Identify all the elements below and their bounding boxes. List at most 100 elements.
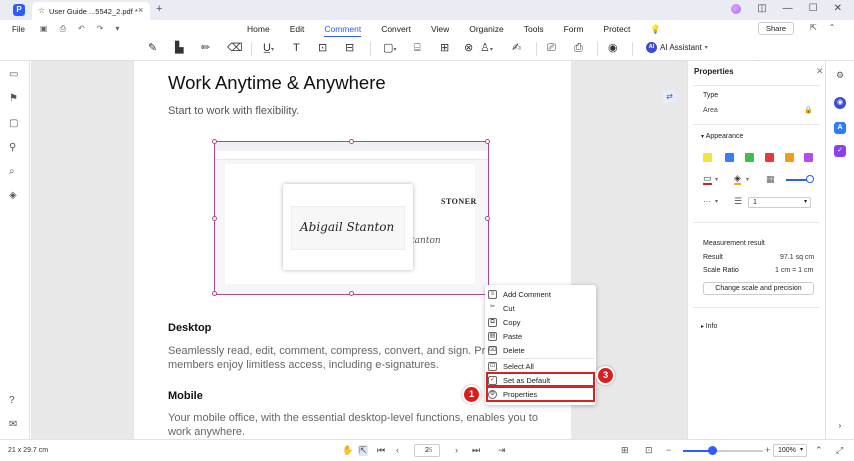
minimize-icon[interactable]: — <box>783 3 793 14</box>
expand-icon[interactable]: ⇱ <box>810 23 817 32</box>
previous-page-icon[interactable]: ‹ <box>396 445 399 455</box>
stroke-width-field[interactable]: 1 ▾ <box>748 197 811 208</box>
shape-icon[interactable]: ▢▾ <box>383 42 396 56</box>
resize-handle[interactable] <box>485 216 490 221</box>
chevron-down-icon[interactable]: ▾ <box>715 176 718 183</box>
favorite-star-icon[interactable]: ☆ <box>38 6 45 15</box>
menu-item-add-comment[interactable]: ≡ Add Comment <box>485 287 596 301</box>
last-page-icon[interactable]: ⏭ <box>472 445 480 456</box>
opacity-slider-knob[interactable] <box>806 175 814 183</box>
lightbulb-icon[interactable]: 💡 <box>650 24 661 38</box>
menu-item-copy[interactable]: ⧉ Copy <box>485 315 596 329</box>
chevron-down-icon[interactable]: ▾ <box>115 24 119 34</box>
text-box-icon[interactable]: ⊡ <box>318 42 327 54</box>
ai-assistant-button[interactable]: AI AI Assistant ▾ <box>646 42 708 53</box>
check-app-icon[interactable]: ✓ <box>834 145 846 157</box>
fullscreen-icon[interactable]: ⤢ <box>836 445 843 456</box>
attachment-icon[interactable]: ⊗ <box>464 42 473 54</box>
help-icon[interactable]: ? <box>9 395 15 406</box>
search-icon[interactable]: ⌕ <box>9 166 15 177</box>
chevron-right-icon[interactable]: › <box>834 420 846 432</box>
new-tab-button[interactable]: + <box>156 3 162 15</box>
area-measure-icon[interactable]: ⊞ <box>440 42 449 54</box>
first-page-icon[interactable]: ⏮ <box>377 445 385 456</box>
tab-comment[interactable]: Comment <box>324 24 362 38</box>
attachment-icon[interactable]: ⚲ <box>9 142 16 153</box>
resize-handle[interactable] <box>485 139 490 144</box>
tab-home[interactable]: Home <box>247 24 270 38</box>
close-tab-icon[interactable]: × <box>138 5 143 15</box>
resize-handle[interactable] <box>212 139 217 144</box>
hand-tool-icon[interactable]: ✋ <box>342 445 353 456</box>
color-swatch-yellow[interactable] <box>703 153 712 162</box>
zoom-out-icon[interactable]: − <box>666 445 671 455</box>
tab-convert[interactable]: Convert <box>381 24 411 38</box>
tab-view[interactable]: View <box>431 24 449 38</box>
resize-handle[interactable] <box>349 291 354 296</box>
zoom-slider-knob[interactable] <box>708 446 717 455</box>
print-icon[interactable]: ⎙ <box>60 24 66 34</box>
appearance-section[interactable]: ▾ Appearance <box>701 133 743 140</box>
tab-edit[interactable]: Edit <box>290 24 305 38</box>
layers-icon[interactable]: ◈ <box>9 190 17 201</box>
eraser-icon[interactable]: ⌫ <box>227 42 243 54</box>
save-icon[interactable]: ▣ <box>40 24 48 34</box>
exit-icon[interactable]: ⇥ <box>498 445 506 456</box>
next-page-icon[interactable]: › <box>455 445 458 455</box>
color-swatch-blue[interactable] <box>725 153 734 162</box>
stroke-color-icon[interactable]: ▭ <box>703 174 712 185</box>
file-menu[interactable]: File <box>12 25 25 34</box>
page-layout-icon[interactable]: ⊞ <box>621 445 629 456</box>
color-swatch-red[interactable] <box>765 153 774 162</box>
tab-form[interactable]: Form <box>564 24 584 38</box>
menu-item-delete[interactable]: ⌧ Delete <box>485 343 596 357</box>
undo-icon[interactable]: ↶ <box>78 24 85 34</box>
sign-icon[interactable]: ⎙ <box>574 42 583 54</box>
callout-icon[interactable]: ⊟ <box>345 42 354 54</box>
text-icon[interactable]: T <box>293 42 300 54</box>
info-section[interactable]: ▸ Info <box>701 323 717 330</box>
resize-handle[interactable] <box>212 216 217 221</box>
line-style-icon[interactable]: ⋯ <box>703 197 711 206</box>
tab-tools[interactable]: Tools <box>524 24 544 38</box>
pencil-icon[interactable]: ✏ <box>201 42 210 54</box>
translate-app-icon[interactable]: A <box>834 122 846 134</box>
tab-protect[interactable]: Protect <box>603 24 630 38</box>
color-swatch-orange[interactable] <box>785 153 794 162</box>
opacity-icon[interactable]: ▦ <box>766 174 775 185</box>
chevron-up-icon[interactable]: ⌃ <box>829 23 836 32</box>
underline-icon[interactable]: U̲▾ <box>263 42 274 56</box>
zoom-in-icon[interactable]: + <box>765 445 770 455</box>
color-swatch-purple[interactable] <box>804 153 813 162</box>
feedback-icon[interactable]: ✉ <box>9 419 17 430</box>
highlight-icon[interactable]: ✎ <box>148 42 157 54</box>
stamp-icon[interactable]: ♙▾ <box>480 42 493 56</box>
zoom-field[interactable]: 100% ▾ <box>773 444 807 457</box>
chevron-down-icon[interactable]: ▾ <box>715 198 718 205</box>
select-tool-icon[interactable]: ⇱ <box>358 445 368 456</box>
color-swatch-green[interactable] <box>745 153 754 162</box>
eye-icon[interactable]: ◉ <box>608 42 618 54</box>
chevron-up-icon[interactable]: ⌃ <box>815 445 823 456</box>
avatar[interactable] <box>731 3 742 14</box>
thumbnail-icon[interactable]: ▭ <box>9 69 18 80</box>
notification-icon[interactable]: ◫ <box>757 3 766 14</box>
signature-icon[interactable]: ✍ <box>512 42 521 54</box>
chevron-down-icon[interactable]: ▾ <box>746 176 749 183</box>
opacity-slider-track[interactable] <box>786 179 808 181</box>
change-scale-button[interactable]: Change scale and precision <box>703 282 814 295</box>
resize-handle[interactable] <box>212 291 217 296</box>
fit-page-icon[interactable]: ⊡ <box>645 445 653 456</box>
menu-item-cut[interactable]: ✂ Cut <box>485 301 596 315</box>
tab-organize[interactable]: Organize <box>469 24 504 38</box>
ai-robot-icon[interactable]: ◉ <box>834 97 846 109</box>
maximize-icon[interactable]: ☐ <box>809 3 818 14</box>
share-button[interactable]: Share <box>758 22 794 35</box>
close-panel-icon[interactable]: ✕ <box>816 66 824 77</box>
menu-item-paste[interactable]: ▤ Paste <box>485 329 596 343</box>
sticker-icon[interactable]: ⎚ <box>547 42 556 54</box>
area-highlight-icon[interactable]: ▙ <box>175 42 183 54</box>
resize-handle[interactable] <box>349 139 354 144</box>
document-tab[interactable]: ☆ User Guide ...5542_2.pdf * × <box>32 2 150 20</box>
settings-sliders-icon[interactable]: ⚙ <box>834 69 846 81</box>
